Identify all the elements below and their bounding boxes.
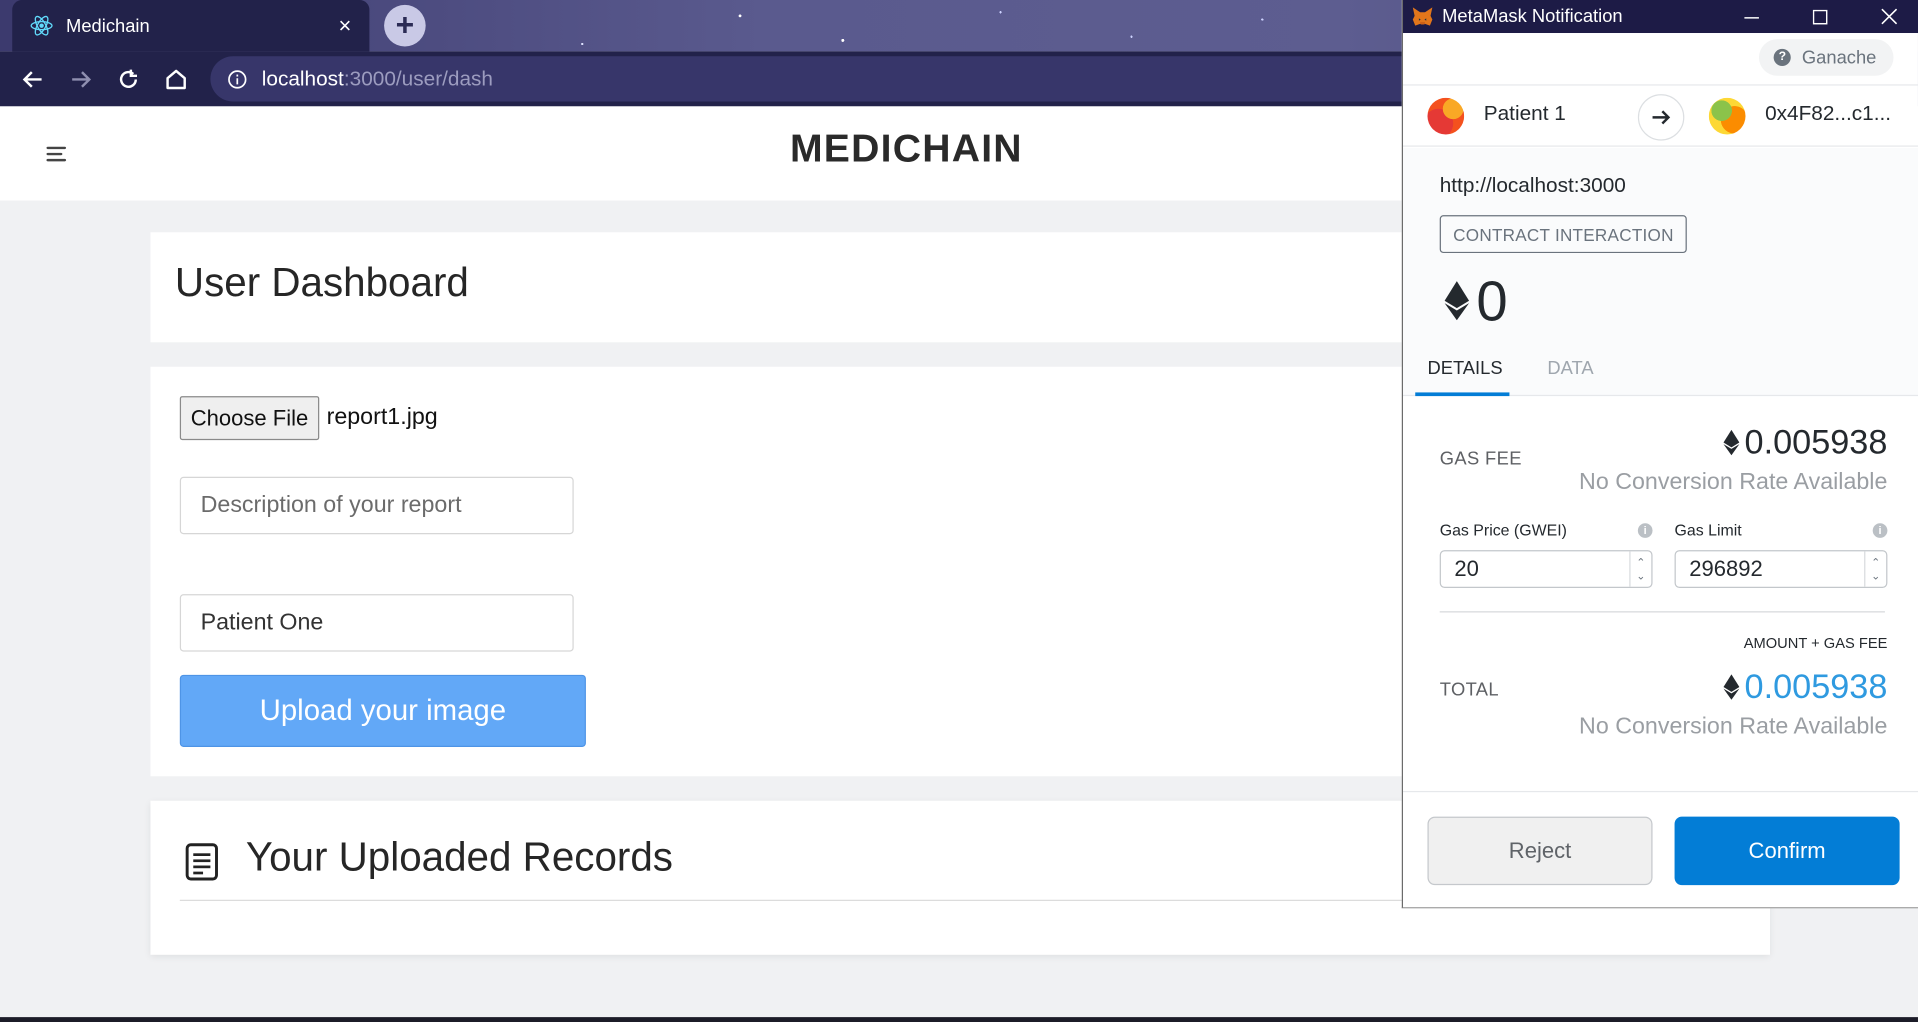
url-host: localhost <box>261 66 344 90</box>
origin-url: http://localhost:3000 <box>1439 173 1626 197</box>
total-label: TOTAL <box>1439 679 1499 701</box>
gas-price-stepper[interactable]: ⌃ ⌄ <box>1629 551 1651 587</box>
arrow-right-icon <box>72 71 92 88</box>
total-value: 0.005938 <box>1744 667 1888 706</box>
amount-value: 0 <box>1476 268 1508 333</box>
ethereum-icon <box>1444 281 1470 321</box>
metamask-window: MetaMask Notification ? Ganache Patient … <box>1401 0 1918 909</box>
browser-tab[interactable]: Medichain × <box>12 0 370 52</box>
metamask-window-title: MetaMask Notification <box>1442 6 1623 27</box>
total-conversion: No Conversion Rate Available <box>1579 713 1888 740</box>
network-name: Ganache <box>1801 47 1877 68</box>
gas-limit-input[interactable]: 296892 ⌃ ⌄ <box>1674 550 1888 589</box>
total-amount: 0.005938 <box>1723 667 1888 706</box>
reload-button[interactable] <box>110 61 147 98</box>
tab-title: Medichain <box>66 15 150 37</box>
network-selector[interactable]: ? Ganache <box>1759 39 1894 76</box>
action-footer: Reject Confirm <box>1403 790 1918 908</box>
gas-fee-conversion: No Conversion Rate Available <box>1579 469 1888 496</box>
chevron-up-icon[interactable]: ⌃ <box>1871 556 1880 569</box>
detail-tabs: DETAILS DATA <box>1403 344 1918 398</box>
patient-name-input[interactable]: Patient One <box>179 594 574 652</box>
reject-button[interactable]: Reject <box>1427 816 1653 886</box>
gas-limit-stepper[interactable]: ⌃ ⌄ <box>1864 551 1886 587</box>
gas-fee-label: GAS FEE <box>1439 448 1522 470</box>
to-address: 0x4F82...c1... <box>1765 101 1892 125</box>
transaction-amount: 0 <box>1444 268 1508 334</box>
divider <box>1439 611 1885 613</box>
records-title: Your Uploaded Records <box>245 833 673 879</box>
file-picker: Choose File report1.jpg <box>179 396 438 441</box>
question-icon: ? <box>1773 48 1791 67</box>
choose-file-button[interactable]: Choose File <box>179 396 320 441</box>
upload-image-button[interactable]: Upload your image <box>179 674 586 747</box>
tab-close-icon[interactable]: × <box>333 13 357 37</box>
info-icon <box>228 69 247 89</box>
taskbar-edge <box>0 1017 1918 1022</box>
gas-price-input[interactable]: 20 ⌃ ⌄ <box>1439 550 1653 589</box>
close-window-button[interactable] <box>1860 0 1916 33</box>
maximize-icon <box>1812 9 1828 24</box>
amount-plus-gas-label: AMOUNT + GAS FEE <box>1743 634 1888 652</box>
chevron-up-icon[interactable]: ⌃ <box>1636 556 1645 569</box>
gas-fee-value: 0.005938 <box>1744 422 1888 461</box>
reload-icon <box>119 69 137 88</box>
react-icon <box>30 15 53 36</box>
home-icon <box>166 69 186 90</box>
chevron-down-icon[interactable]: ⌄ <box>1636 569 1645 582</box>
active-tab-indicator <box>1415 392 1510 397</box>
arrow-right-icon <box>1652 110 1671 125</box>
metamask-titlebar: MetaMask Notification <box>1403 0 1918 34</box>
arrow-left-icon <box>22 71 42 88</box>
tab-details[interactable]: DETAILS <box>1427 358 1502 379</box>
ethereum-icon <box>1723 674 1740 700</box>
screen: Medichain × + localhost:3000/user/dash M… <box>0 0 1918 1022</box>
description-input[interactable]: Description of your report <box>179 476 574 535</box>
selected-file-name: report1.jpg <box>326 404 438 431</box>
gas-limit-label: Gas Limit <box>1674 520 1742 540</box>
gas-price-label: Gas Price (GWEI) <box>1439 520 1567 540</box>
transaction-type-badge: CONTRACT INTERACTION <box>1439 215 1688 254</box>
account-transfer-row: Patient 1 0x4F82...c1... <box>1403 84 1918 147</box>
minimize-icon <box>1744 16 1759 18</box>
forward-button[interactable] <box>62 61 99 98</box>
tab-data[interactable]: DATA <box>1547 358 1593 379</box>
new-tab-button[interactable]: + <box>384 4 426 47</box>
document-icon <box>185 843 218 881</box>
close-icon <box>1880 8 1897 25</box>
chevron-down-icon[interactable]: ⌄ <box>1871 569 1880 582</box>
transfer-arrow <box>1637 94 1685 141</box>
confirm-button[interactable]: Confirm <box>1674 816 1900 886</box>
page-title: User Dashboard <box>174 259 469 305</box>
gas-limit-value: 296892 <box>1689 556 1763 581</box>
address-bar[interactable]: localhost:3000/user/dash <box>210 56 1434 102</box>
gas-price-value: 20 <box>1454 556 1479 581</box>
minimize-button[interactable] <box>1723 0 1779 33</box>
gas-fee-amount: 0.005938 <box>1723 422 1888 462</box>
ethereum-icon <box>1723 429 1740 456</box>
home-button[interactable] <box>158 61 195 98</box>
details-panel: GAS FEE 0.005938 No Conversion Rate Avai… <box>1403 397 1918 791</box>
metamask-fox-icon <box>1412 6 1433 26</box>
from-account-avatar <box>1427 97 1465 135</box>
back-button[interactable] <box>15 61 52 98</box>
from-account-name: Patient 1 <box>1483 101 1566 125</box>
maximize-button[interactable] <box>1792 0 1848 33</box>
to-account-avatar <box>1708 97 1746 135</box>
gas-price-info-icon[interactable]: i <box>1637 523 1653 538</box>
gas-limit-info-icon[interactable]: i <box>1872 523 1888 538</box>
url-path: :3000/user/dash <box>343 66 493 90</box>
